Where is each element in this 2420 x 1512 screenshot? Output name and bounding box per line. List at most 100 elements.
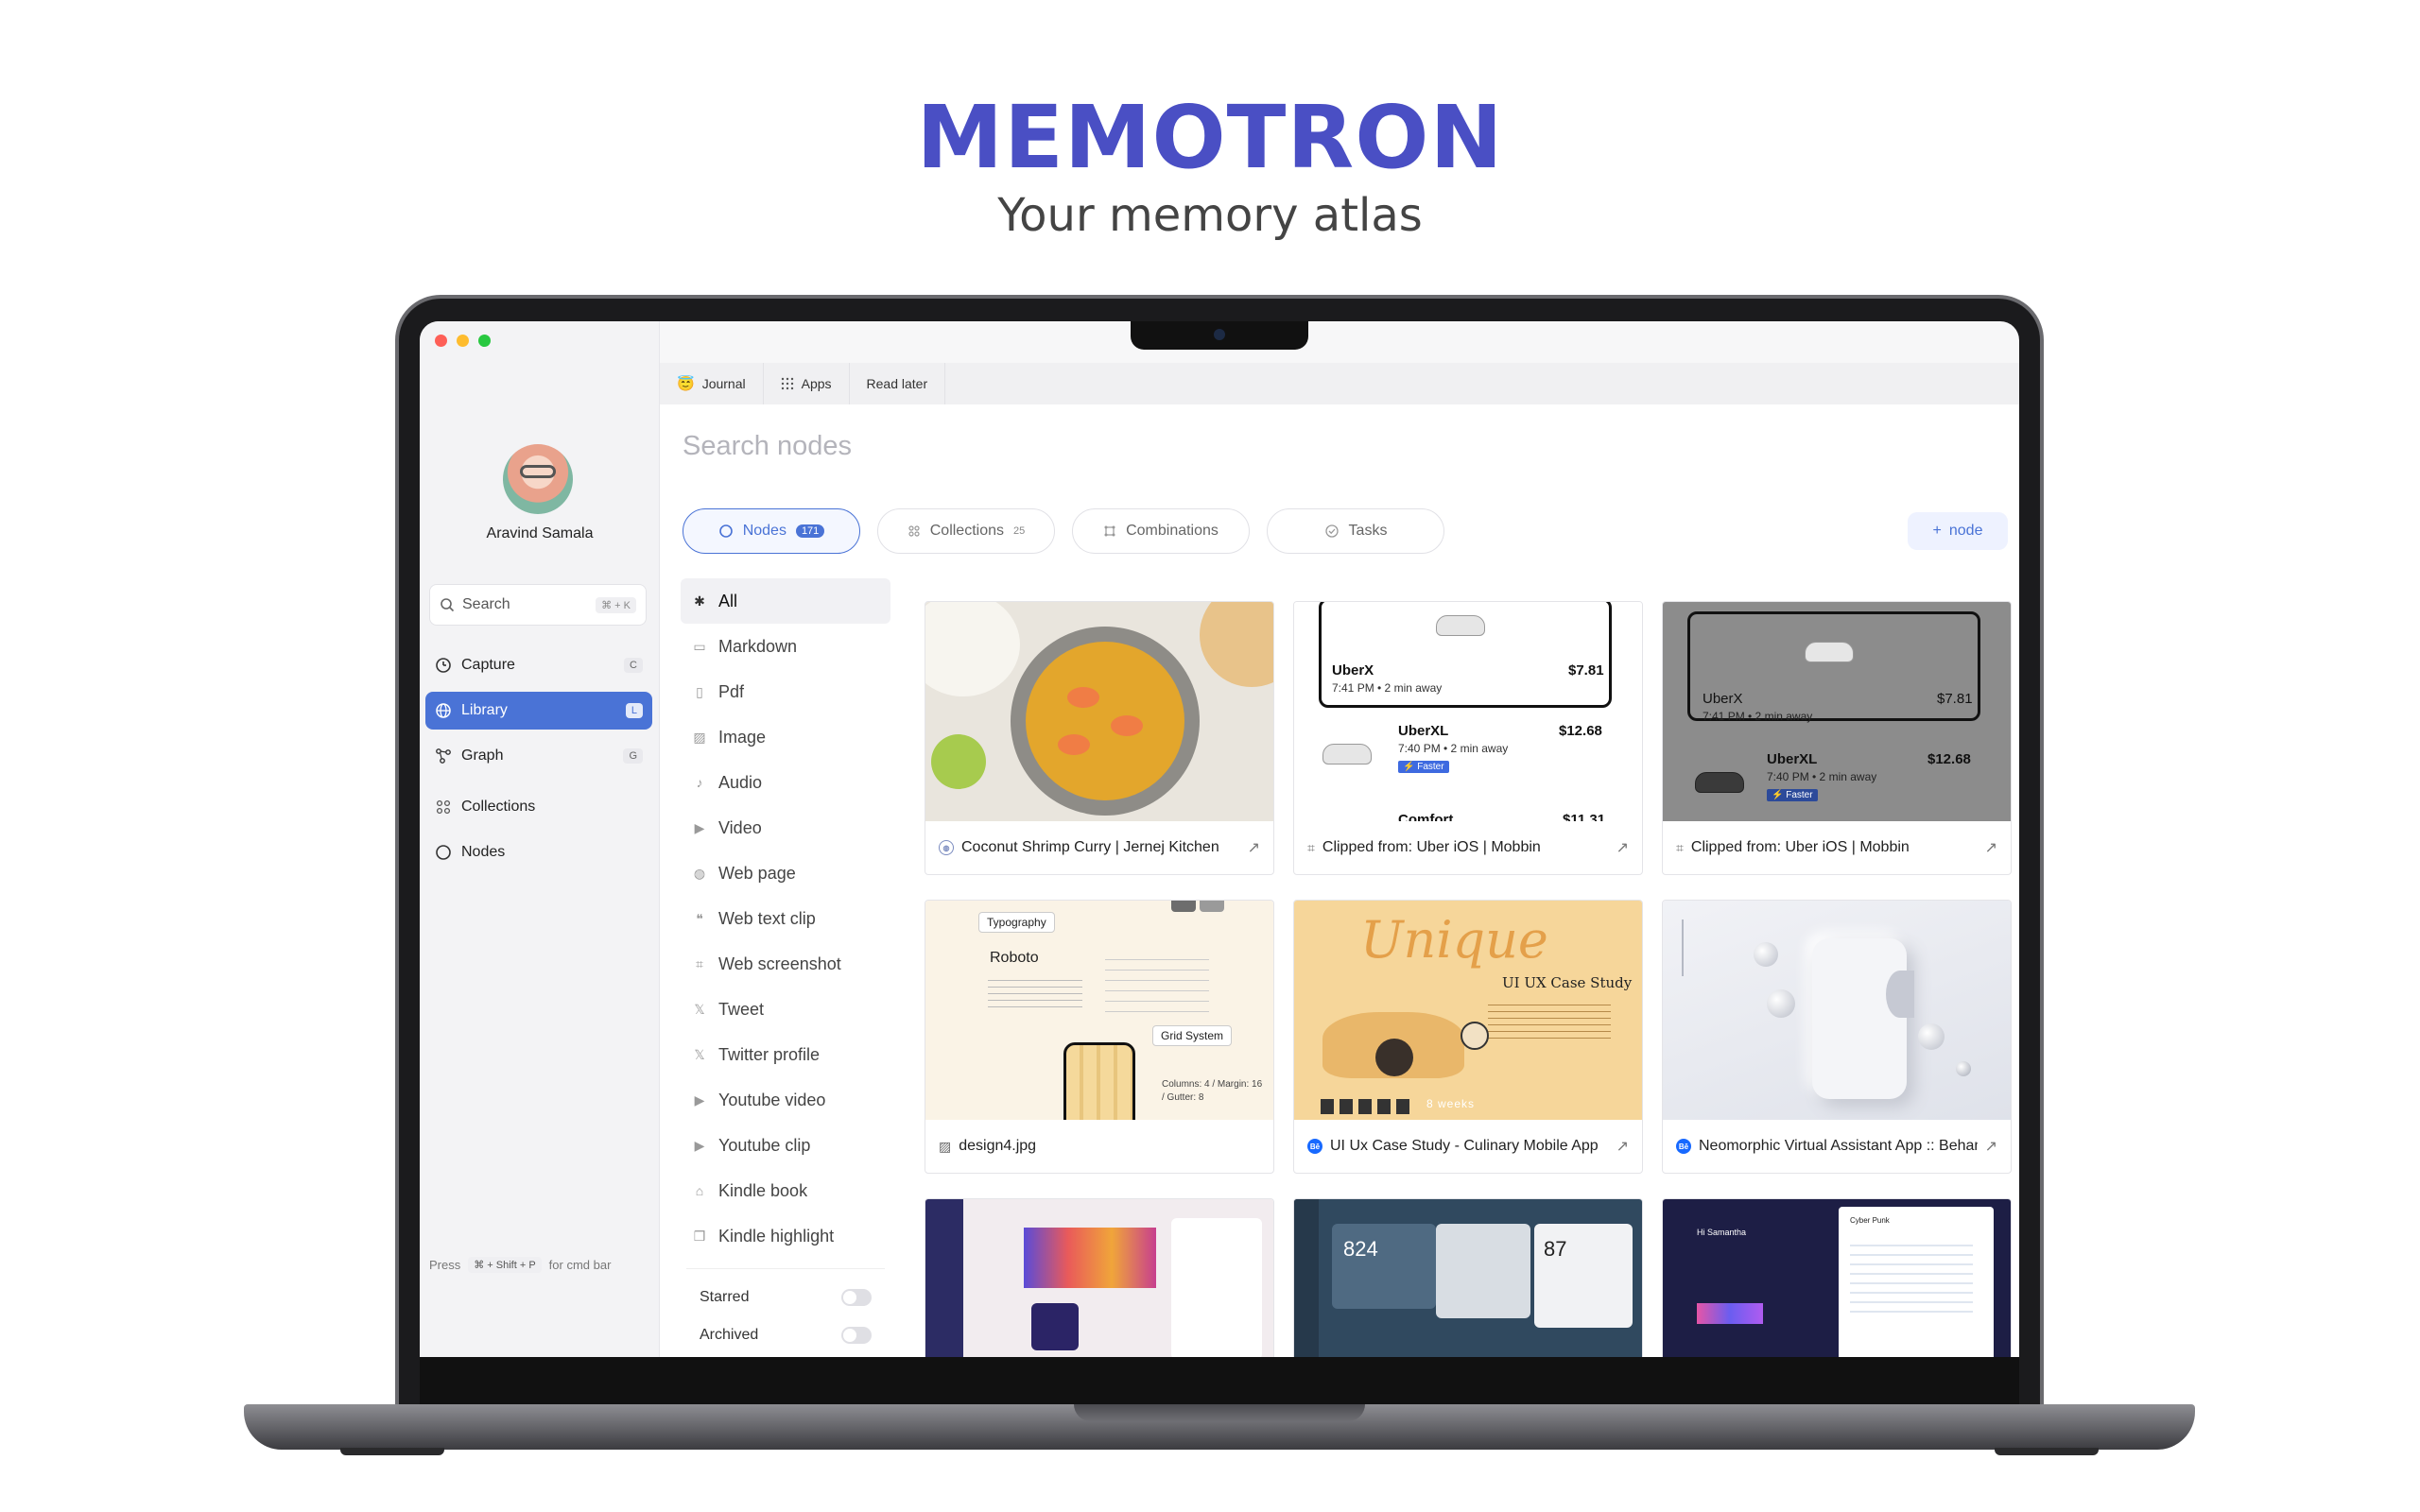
- filter-youtube-clip[interactable]: ▶ Youtube clip: [681, 1123, 890, 1168]
- file-icon: ▯: [696, 683, 703, 699]
- open-external-icon[interactable]: ↗: [1985, 1137, 1997, 1156]
- search-shortcut: ⌘ + K: [596, 596, 636, 613]
- card-thumbnail: [925, 602, 1273, 821]
- cmd-bar-hint: Press ⌘ + Shift + P for cmd bar: [429, 1257, 611, 1273]
- node-card[interactable]: UberX $7.81 7:41 PM • 2 min away UberXL …: [1662, 601, 2012, 875]
- emoji-icon: 😇: [677, 376, 695, 392]
- dashboard-sidebar: [1294, 1199, 1319, 1357]
- minimize-window-button[interactable]: [457, 335, 469, 347]
- collections-icon: [908, 525, 920, 537]
- game-art: [1031, 1303, 1079, 1350]
- ride-price: $12.68: [1559, 723, 1602, 739]
- filter-label: Tweet: [718, 999, 765, 1019]
- divider: [686, 1268, 885, 1269]
- open-external-icon[interactable]: ↗: [1985, 838, 1997, 857]
- unique-logo: Unique: [1360, 910, 1548, 970]
- pill-label: Nodes: [742, 523, 786, 539]
- filter-tweet[interactable]: 𝕏 Tweet: [681, 987, 890, 1032]
- combinations-icon: [1104, 525, 1115, 537]
- hero-subtitle: Your memory atlas: [997, 189, 1423, 242]
- starred-toggle[interactable]: [841, 1289, 872, 1306]
- filter-kindle-book[interactable]: ⌂ Kindle book: [681, 1168, 890, 1213]
- sidebar-search-label: Search: [462, 596, 510, 612]
- plus-icon: +: [1932, 523, 1942, 539]
- filter-image[interactable]: ▨ Image: [681, 714, 890, 760]
- open-external-icon[interactable]: ↗: [1616, 838, 1629, 857]
- add-node-button[interactable]: + node: [1908, 512, 2008, 550]
- sidebar-item-nodes[interactable]: Nodes: [425, 833, 652, 871]
- behance-icon: Bē: [1676, 1139, 1691, 1154]
- filter-label: Youtube clip: [718, 1135, 811, 1155]
- card-footer: Bē UI Ux Case Study - Culinary Mobile Ap…: [1294, 1120, 1642, 1173]
- node-card[interactable]: Unique UI UX Case Study 8 weeks Bē UI Ux…: [1293, 900, 1643, 1174]
- open-external-icon[interactable]: ↗: [1248, 838, 1260, 857]
- laptop-foot: [340, 1448, 444, 1455]
- clip-icon: ⌗: [1307, 839, 1315, 855]
- tab-nodes[interactable]: Nodes 171: [683, 508, 860, 554]
- cmd-hint-keys: ⌘ + Shift + P: [468, 1257, 542, 1273]
- node-card[interactable]: ◍ Coconut Shrimp Curry | Jernej Kitchen …: [925, 601, 1274, 875]
- filter-audio[interactable]: ♪ Audio: [681, 760, 890, 805]
- filter-markdown[interactable]: ▭ Markdown: [681, 624, 890, 669]
- search-nodes-input[interactable]: Search nodes: [683, 431, 852, 462]
- pill-label: Collections: [929, 523, 1004, 539]
- pill-count: 171: [795, 524, 825, 538]
- archived-toggle[interactable]: [841, 1327, 872, 1344]
- tab-combinations[interactable]: Combinations: [1072, 508, 1250, 554]
- node-card[interactable]: Hi Samantha Cyber Punk: [1662, 1198, 2012, 1357]
- case-study-heading: UI UX Case Study: [1502, 974, 1633, 991]
- tab-read-later[interactable]: Read later: [850, 363, 946, 404]
- bookmark-icon: ❒: [693, 1228, 706, 1244]
- tab-label: Journal: [701, 376, 746, 391]
- sidebar-item-label: Library: [461, 702, 508, 718]
- filter-label: Audio: [718, 772, 763, 792]
- filter-web-page[interactable]: ◍ Web page: [681, 850, 890, 896]
- laptop-base-notch: [1074, 1404, 1365, 1421]
- sidebar-item-library[interactable]: Library L: [425, 692, 652, 730]
- toggle-label: Starred: [700, 1289, 750, 1305]
- avatar[interactable]: [503, 444, 573, 514]
- filter-web-screenshot[interactable]: ⌗ Web screenshot: [681, 941, 890, 987]
- filter-web-text-clip[interactable]: ❝ Web text clip: [681, 896, 890, 941]
- tab-label: Apps: [801, 376, 832, 391]
- close-window-button[interactable]: [435, 335, 447, 347]
- search-icon: [441, 598, 455, 612]
- filter-kindle-highlight[interactable]: ❒ Kindle highlight: [681, 1213, 890, 1259]
- text-sample-lines: [988, 974, 1082, 1012]
- node-card[interactable]: Typography Roboto Grid System Columns: 4…: [925, 900, 1274, 1174]
- clip-icon: ⌗: [1676, 839, 1684, 855]
- ride-meta: 7:40 PM • 2 min away: [1767, 770, 1877, 783]
- stat-value: 824: [1343, 1237, 1378, 1261]
- tab-tasks[interactable]: Tasks: [1267, 508, 1444, 554]
- crop-icon: ⌗: [696, 955, 703, 971]
- node-card[interactable]: UberX $7.81 7:41 PM • 2 min away UberXL …: [1293, 601, 1643, 875]
- sidebar-item-graph[interactable]: Graph G: [425, 737, 652, 775]
- globe-icon: [436, 703, 451, 718]
- tab-apps[interactable]: Apps: [764, 363, 850, 404]
- ride-name: UberX: [1703, 691, 1743, 707]
- filter-label: Web page: [718, 863, 796, 883]
- node-card[interactable]: 824 87: [1293, 1198, 1643, 1357]
- laptop-foot: [1995, 1448, 2099, 1455]
- sidebar-search[interactable]: Search ⌘ + K: [429, 584, 647, 626]
- filter-all[interactable]: ✱ All: [681, 578, 890, 624]
- car-icon: [1322, 744, 1372, 765]
- filter-youtube-video[interactable]: ▶ Youtube video: [681, 1077, 890, 1123]
- filter-video[interactable]: ▶ Video: [681, 805, 890, 850]
- duration-label: 8 weeks: [1426, 1097, 1476, 1110]
- sidebar-item-collections[interactable]: Collections: [425, 788, 652, 826]
- card-thumbnail: Unique UI UX Case Study 8 weeks: [1294, 901, 1642, 1120]
- maximize-window-button[interactable]: [478, 335, 491, 347]
- ride-name: UberX: [1332, 662, 1374, 679]
- card-title: Coconut Shrimp Curry | Jernej Kitchen: [961, 839, 1219, 855]
- node-card[interactable]: [925, 1198, 1274, 1357]
- toggle-label: Archived: [700, 1327, 759, 1343]
- tab-collections[interactable]: Collections 25: [877, 508, 1055, 554]
- filter-twitter-profile[interactable]: 𝕏 Twitter profile: [681, 1032, 890, 1077]
- open-external-icon[interactable]: ↗: [1616, 1137, 1629, 1156]
- filter-pdf[interactable]: ▯ Pdf: [681, 669, 890, 714]
- shrimp-shape: [1067, 687, 1099, 708]
- tab-journal[interactable]: 😇 Journal: [660, 363, 764, 404]
- sidebar-item-capture[interactable]: Capture C: [425, 646, 652, 684]
- node-card[interactable]: Bē Neomorphic Virtual Assistant App :: B…: [1662, 900, 2012, 1174]
